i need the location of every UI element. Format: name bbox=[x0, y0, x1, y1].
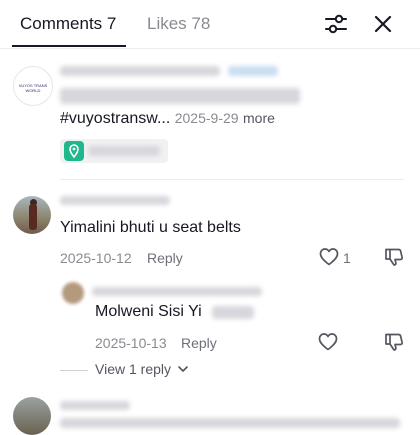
reply-date: 2025-10-13 bbox=[95, 335, 167, 351]
like-count: 1 bbox=[343, 250, 351, 266]
comment-line-redacted bbox=[60, 418, 400, 428]
pinned-comment-text: #vuyostransw... 2025-9-29 more bbox=[60, 110, 275, 128]
reply-button[interactable]: Reply bbox=[147, 250, 183, 266]
like-button[interactable] bbox=[317, 331, 339, 353]
avatar[interactable]: VUYOS TRANS WORLD bbox=[13, 66, 53, 106]
username-redacted bbox=[60, 66, 220, 76]
location-name-redacted bbox=[88, 146, 160, 156]
view-replies-button[interactable]: View 1 reply bbox=[95, 361, 189, 377]
heart-icon bbox=[318, 333, 338, 351]
comment-text: Yimalini bhuti u seat belts bbox=[60, 219, 241, 236]
view-replies-line bbox=[60, 370, 88, 371]
comment-line-redacted bbox=[60, 88, 300, 104]
reply-button[interactable]: Reply bbox=[181, 335, 217, 351]
location-pin-icon bbox=[64, 141, 84, 161]
avatar[interactable] bbox=[62, 282, 84, 304]
more-link[interactable]: more bbox=[243, 110, 275, 126]
avatar-figure bbox=[29, 204, 37, 230]
heart-icon bbox=[319, 248, 339, 266]
chevron-down-icon bbox=[178, 366, 188, 372]
comment-date: 2025-10-12 bbox=[60, 250, 132, 266]
username-redacted bbox=[92, 287, 262, 296]
username-redacted bbox=[60, 401, 130, 410]
view-replies-label: View 1 reply bbox=[95, 361, 172, 377]
close-button[interactable] bbox=[369, 10, 397, 38]
reply-text: Molweni Sisi Yi bbox=[95, 303, 202, 320]
tab-comments[interactable]: Comments 7 bbox=[20, 14, 116, 34]
comments-header: Comments 7 Likes 78 bbox=[0, 0, 420, 49]
dislike-button[interactable] bbox=[383, 331, 405, 353]
filter-button[interactable] bbox=[322, 10, 350, 38]
badge-redacted bbox=[228, 66, 278, 76]
thumbs-down-icon bbox=[385, 333, 404, 351]
avatar[interactable] bbox=[13, 397, 51, 435]
sliders-icon bbox=[325, 14, 347, 34]
divider bbox=[60, 179, 404, 180]
hashtag-link[interactable]: #vuyostransw... bbox=[60, 110, 170, 127]
avatar-logo-text: VUYOS TRANS WORLD bbox=[18, 83, 48, 93]
thumbs-down-icon bbox=[385, 248, 404, 266]
active-tab-indicator bbox=[12, 45, 126, 47]
dislike-button[interactable] bbox=[383, 246, 405, 268]
like-button[interactable] bbox=[318, 246, 340, 268]
pinned-comment-date: 2025-9-29 bbox=[174, 110, 239, 126]
location-chip[interactable] bbox=[60, 139, 168, 163]
close-icon bbox=[374, 15, 392, 33]
tab-likes[interactable]: Likes 78 bbox=[147, 14, 210, 34]
username-redacted bbox=[60, 196, 170, 205]
avatar[interactable] bbox=[13, 196, 51, 234]
reply-text-redacted bbox=[212, 306, 254, 319]
